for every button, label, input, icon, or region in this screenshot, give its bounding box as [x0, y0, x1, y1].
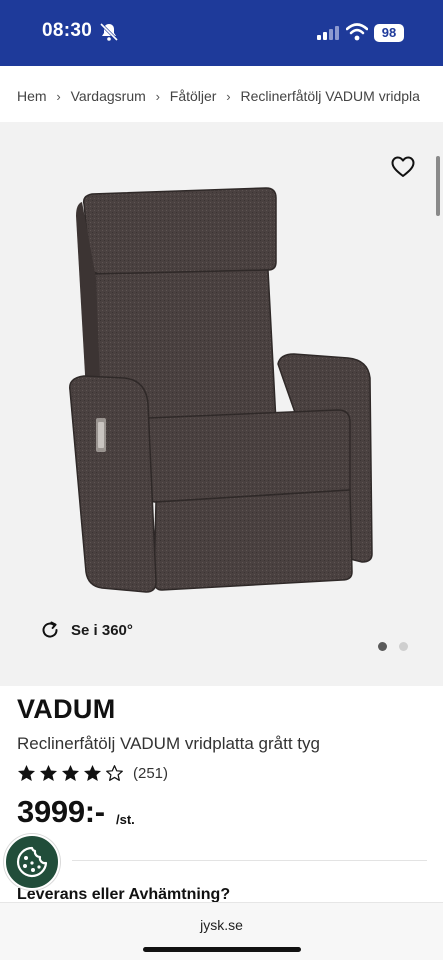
breadcrumb-separator: › [155, 88, 160, 104]
status-time: 08:30 [42, 20, 93, 41]
cookie-icon [16, 846, 48, 878]
product-image-gallery[interactable]: Se i 360° [0, 122, 443, 686]
signal-icon [317, 26, 339, 40]
scrollbar[interactable] [436, 156, 440, 216]
gallery-dot-active[interactable] [378, 642, 387, 651]
url-text[interactable]: jysk.se [0, 917, 443, 933]
breadcrumb-current-product[interactable]: Reclinerfåtölj VADUM vridpla [240, 88, 419, 104]
star-filled-icon [61, 764, 80, 782]
cookie-settings-button[interactable] [4, 834, 60, 890]
rotate-icon [42, 621, 58, 638]
product-description: Reclinerfåtölj VADUM vridplatta grått ty… [17, 734, 320, 753]
star-filled-icon [39, 764, 58, 782]
star-filled-icon [83, 764, 102, 782]
bell-muted-icon [99, 22, 119, 42]
product-title: VADUM [17, 694, 116, 724]
breadcrumb: Hem › Vardagsrum › Fåtöljer › Reclinerfå… [0, 70, 443, 122]
home-indicator[interactable] [143, 947, 301, 952]
breadcrumb-separator: › [226, 88, 231, 104]
star-empty-icon [106, 765, 123, 781]
view-360-button[interactable]: Se i 360° [40, 620, 133, 640]
rating-stars [17, 764, 127, 782]
view-360-label: Se i 360° [71, 621, 133, 639]
heart-icon[interactable] [391, 156, 415, 178]
recliner-chair-image[interactable] [62, 182, 382, 594]
wifi-icon [346, 23, 368, 41]
status-bar: 08:30 98 [0, 0, 443, 66]
star-filled-icon [17, 764, 36, 782]
browser-address-bar: jysk.se [0, 902, 443, 960]
breadcrumb-separator: › [56, 88, 61, 104]
battery-indicator: 98 [374, 24, 404, 42]
breadcrumb-armchairs[interactable]: Fåtöljer [170, 88, 217, 104]
breadcrumb-living-room[interactable]: Vardagsrum [71, 88, 146, 104]
section-divider [72, 860, 427, 861]
product-price: 3999:- [17, 794, 105, 829]
price-unit: /st. [116, 812, 135, 827]
gallery-dot[interactable] [399, 642, 408, 651]
product-rating[interactable]: (251) [17, 764, 168, 782]
gallery-pagination [378, 642, 420, 651]
breadcrumb-home[interactable]: Hem [17, 88, 47, 104]
review-count[interactable]: (251) [133, 765, 168, 782]
